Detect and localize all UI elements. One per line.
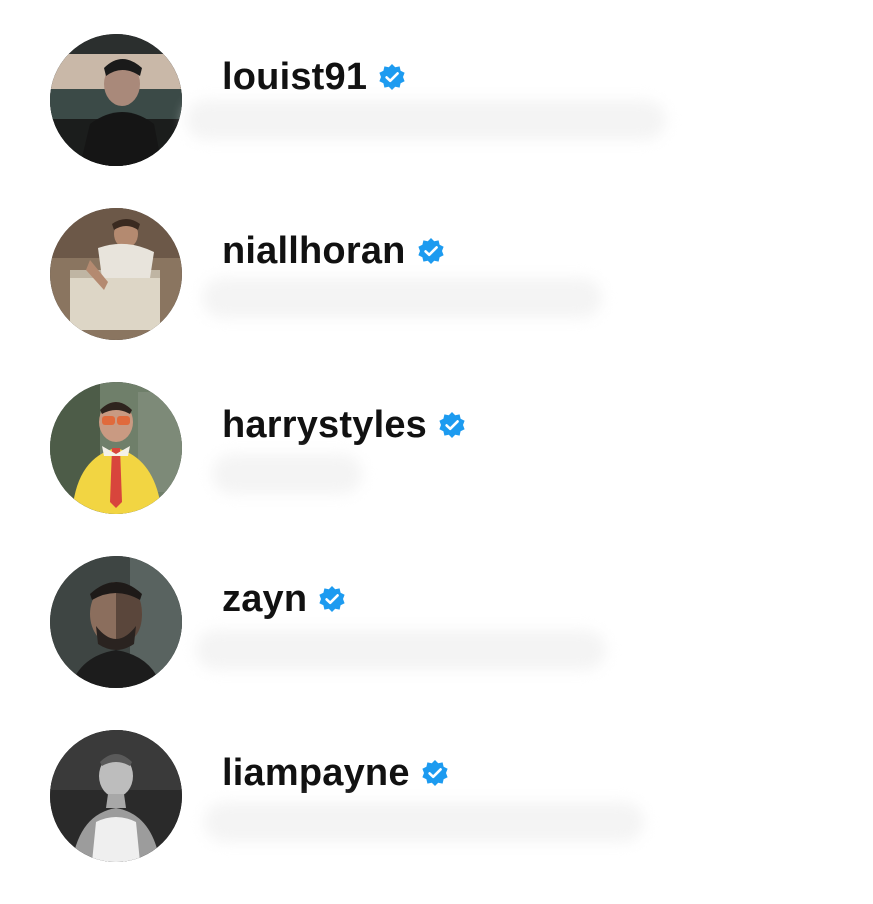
username[interactable]: niallhoran — [222, 230, 406, 273]
verified-badge-icon — [416, 237, 446, 267]
account-subtitle-blurred — [202, 278, 602, 318]
profile-photo-liampayne — [50, 730, 182, 862]
verified-badge-icon — [420, 759, 450, 789]
account-row-liampayne[interactable]: liampayne — [0, 730, 873, 904]
account-list: louist91 niallhoran harrystyles zayn lia… — [0, 0, 873, 894]
username[interactable]: liampayne — [222, 752, 410, 795]
profile-photo-zayn — [50, 556, 182, 688]
avatar[interactable] — [50, 730, 182, 862]
account-row-louist91[interactable]: louist91 — [0, 34, 873, 208]
account-row-niallhoran[interactable]: niallhoran — [0, 208, 873, 382]
account-subtitle-blurred — [196, 630, 606, 670]
verified-badge-icon — [437, 411, 467, 441]
username[interactable]: zayn — [222, 578, 307, 621]
verified-badge-icon — [377, 63, 407, 93]
avatar[interactable] — [50, 382, 182, 514]
account-subtitle-blurred — [204, 802, 644, 842]
username[interactable]: louist91 — [222, 56, 367, 99]
verified-badge-icon — [317, 585, 347, 615]
profile-photo-louist91 — [50, 34, 182, 166]
username[interactable]: harrystyles — [222, 404, 427, 447]
account-row-harrystyles[interactable]: harrystyles — [0, 382, 873, 556]
avatar[interactable] — [50, 556, 182, 688]
avatar[interactable] — [50, 208, 182, 340]
account-row-zayn[interactable]: zayn — [0, 556, 873, 730]
profile-photo-harrystyles — [50, 382, 182, 514]
username-line: zayn — [222, 574, 347, 624]
username-line: louist91 — [222, 52, 407, 102]
username-line: harrystyles — [222, 400, 467, 450]
avatar[interactable] — [50, 34, 182, 166]
account-subtitle-blurred — [212, 454, 362, 494]
profile-photo-niallhoran — [50, 208, 182, 340]
username-line: liampayne — [222, 748, 450, 798]
username-line: niallhoran — [222, 226, 446, 276]
account-subtitle-blurred — [186, 100, 666, 140]
